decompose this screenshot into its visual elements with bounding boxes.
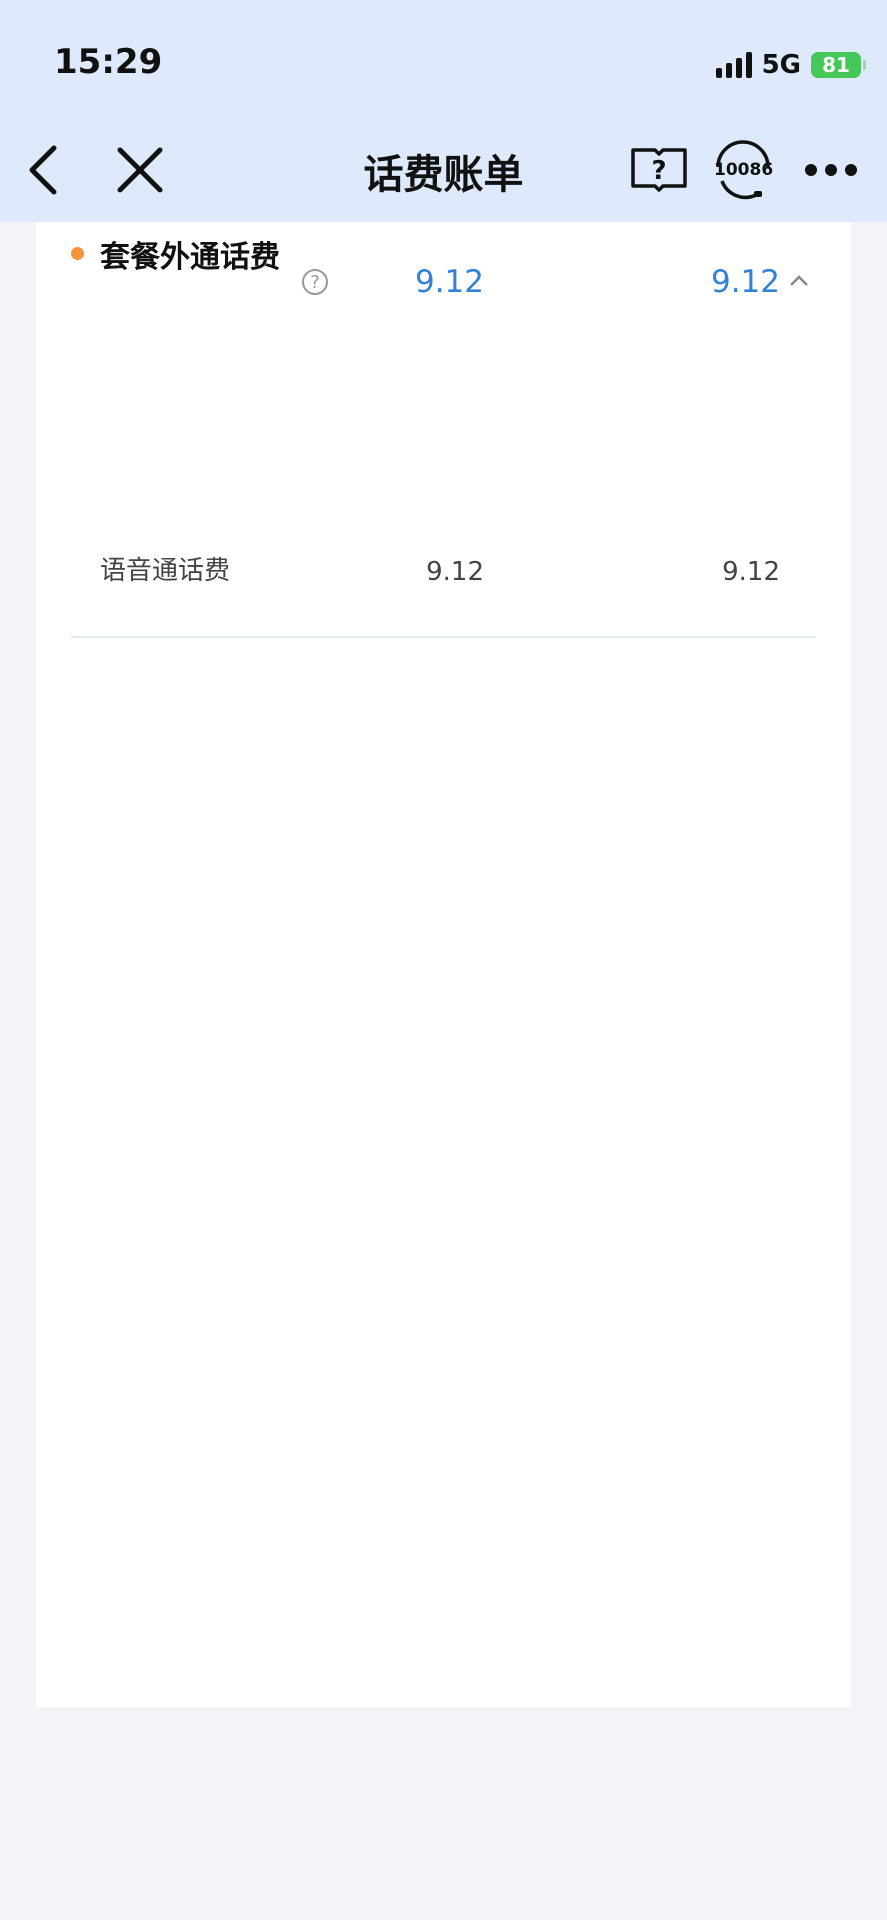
item-amount-2: 9.12 xyxy=(722,557,780,587)
more-button[interactable] xyxy=(796,130,866,210)
item-amount-1: 9.12 xyxy=(426,557,484,587)
section-title: 套餐外通话费 xyxy=(100,240,280,275)
battery-level: 81 xyxy=(822,53,850,77)
network-type: 5G xyxy=(761,50,801,80)
section-dot xyxy=(71,247,84,260)
svg-text:?: ? xyxy=(651,156,666,186)
more-icon xyxy=(805,164,857,176)
hotline-number: 10086 xyxy=(714,160,774,180)
nav-bar: 话费账单 ? 10086 xyxy=(0,130,887,210)
signal-icon xyxy=(715,52,752,78)
help-button[interactable]: ? xyxy=(624,130,694,210)
battery-icon: 81 xyxy=(811,52,866,78)
header: 15:29 5G 81 话费账单 ? 10086 xyxy=(0,0,887,222)
status-time: 15:29 xyxy=(54,42,163,82)
section-amount-2: 9.12 xyxy=(710,264,780,300)
section-amount-1: 9.12 xyxy=(414,264,484,300)
customer-service-button[interactable]: 10086 xyxy=(708,130,778,210)
item-label: 语音通话费 xyxy=(100,556,231,586)
status-icons: 5G 81 xyxy=(715,48,866,82)
help-book-icon: ? xyxy=(631,148,687,192)
chevron-up-icon[interactable] xyxy=(788,270,810,292)
section-header-voice[interactable]: 套餐外通话费 ? 9.12 9.12 xyxy=(36,222,851,300)
bill-card: 套餐外通话费 ? 9.12 9.12 语音通话费 9.12 9.12 xyxy=(36,222,851,1707)
help-circle-icon[interactable]: ? xyxy=(302,269,328,295)
divider xyxy=(71,636,816,638)
